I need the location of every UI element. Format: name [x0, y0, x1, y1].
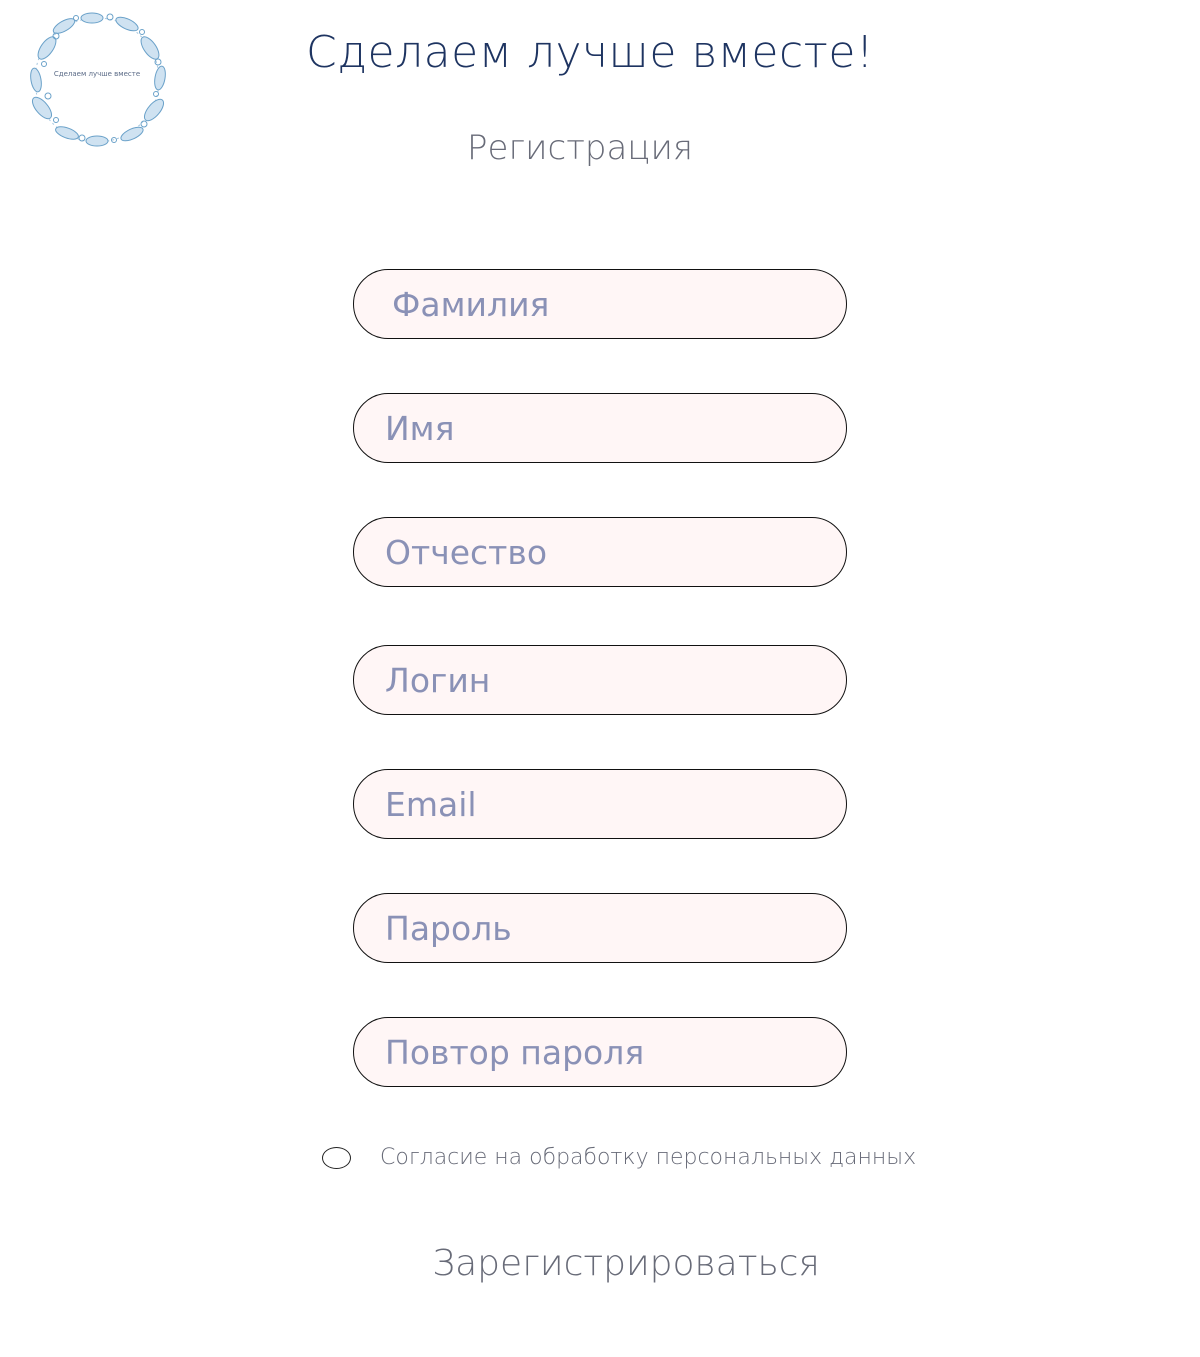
page-subtitle: Регистрация	[467, 128, 693, 168]
middle-name-input[interactable]	[353, 517, 847, 587]
email-input[interactable]	[353, 769, 847, 839]
consent-row[interactable]: Согласие на обработку персональных данны…	[322, 1140, 942, 1178]
password-input[interactable]	[353, 893, 847, 963]
register-button[interactable]: Зарегистрироваться	[420, 1236, 832, 1292]
logo: Сделаем лучше вместе	[22, 8, 172, 154]
page-title: Сделаем лучше вместе!	[305, 27, 875, 78]
password-repeat-input[interactable]	[353, 1017, 847, 1087]
consent-checkbox[interactable]	[322, 1147, 351, 1169]
consent-label[interactable]: Согласие на обработку персональных данны…	[380, 1142, 916, 1174]
floral-wreath-icon	[30, 12, 166, 147]
last-name-input[interactable]	[353, 269, 847, 339]
logo-text: Сделаем лучше вместе	[53, 70, 141, 78]
login-input[interactable]	[353, 645, 847, 715]
first-name-input[interactable]	[353, 393, 847, 463]
